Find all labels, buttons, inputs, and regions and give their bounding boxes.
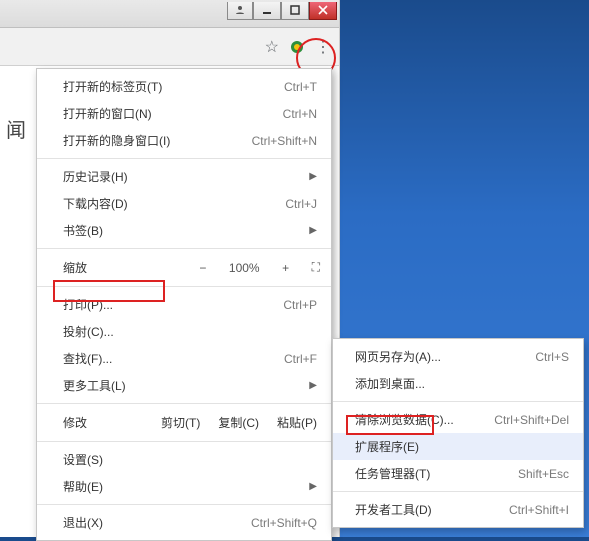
menu-shortcut: Ctrl+Shift+Q [251, 516, 317, 530]
submenu-clear-data[interactable]: 清除浏览数据(C)... Ctrl+Shift+Del [333, 406, 583, 433]
menu-label: 开发者工具(D) [355, 501, 432, 518]
menu-label: 退出(X) [63, 514, 103, 531]
submenu-dev-tools[interactable]: 开发者工具(D) Ctrl+Shift+I [333, 496, 583, 523]
menu-exit[interactable]: 退出(X) Ctrl+Shift+Q [37, 509, 331, 536]
chevron-right-icon: ▶ [303, 171, 317, 182]
menu-separator [37, 504, 331, 505]
menu-label: 扩展程序(E) [355, 438, 419, 455]
menu-separator [37, 248, 331, 249]
menu-label: 帮助(E) [63, 478, 103, 495]
edit-label: 修改 [63, 414, 87, 431]
menu-label: 历史记录(H) [63, 168, 128, 185]
edit-copy[interactable]: 复制(C) [218, 414, 259, 431]
menu-bookmarks[interactable]: 书签(B) ▶ [37, 217, 331, 244]
bookmark-star-icon[interactable]: ☆ [265, 37, 279, 57]
menu-label: 投射(C)... [63, 323, 114, 340]
submenu-task-manager[interactable]: 任务管理器(T) Shift+Esc [333, 460, 583, 487]
menu-shortcut: Ctrl+Shift+Del [494, 413, 569, 427]
menu-new-window[interactable]: 打开新的窗口(N) Ctrl+N [37, 100, 331, 127]
window-titlebar [0, 0, 339, 28]
menu-label: 任务管理器(T) [355, 465, 430, 482]
menu-separator [37, 403, 331, 404]
menu-label: 下载内容(D) [63, 195, 128, 212]
menu-separator [37, 158, 331, 159]
menu-label: 设置(S) [63, 451, 103, 468]
fullscreen-icon[interactable]: ⛶ [312, 260, 321, 275]
minimize-icon [262, 5, 272, 15]
maximize-icon [290, 5, 300, 15]
menu-label: 书签(B) [63, 222, 103, 239]
menu-edit: 修改 剪切(T) 复制(C) 粘贴(P) [37, 408, 331, 437]
menu-separator [333, 491, 583, 492]
menu-shortcut: Ctrl+N [283, 107, 317, 121]
menu-new-tab[interactable]: 打开新的标签页(T) Ctrl+T [37, 73, 331, 100]
menu-shortcut: Ctrl+Shift+N [252, 134, 317, 148]
maximize-button[interactable] [281, 2, 309, 20]
chevron-right-icon: ▶ [303, 481, 317, 492]
menu-shortcut: Ctrl+Shift+I [509, 503, 569, 517]
menu-label: 网页另存为(A)... [355, 348, 441, 365]
menu-label: 添加到桌面... [355, 375, 425, 392]
user-button[interactable] [227, 2, 253, 20]
menu-separator [333, 401, 583, 402]
close-button[interactable] [309, 2, 337, 20]
submenu-save-as[interactable]: 网页另存为(A)... Ctrl+S [333, 343, 583, 370]
menu-print[interactable]: 打印(P)... Ctrl+P [37, 291, 331, 318]
menu-history[interactable]: 历史记录(H) ▶ [37, 163, 331, 190]
edit-cut[interactable]: 剪切(T) [161, 414, 200, 431]
menu-more-tools[interactable]: 更多工具(L) ▶ [37, 372, 331, 399]
minimize-button[interactable] [253, 2, 281, 20]
menu-shortcut: Ctrl+F [284, 352, 317, 366]
menu-shortcut: Ctrl+T [284, 80, 317, 94]
menu-settings[interactable]: 设置(S) [37, 446, 331, 473]
menu-label: 更多工具(L) [63, 377, 126, 394]
window-controls [227, 2, 337, 22]
chrome-main-menu: 打开新的标签页(T) Ctrl+T 打开新的窗口(N) Ctrl+N 打开新的隐… [36, 68, 332, 541]
zoom-label: 缩放 [63, 259, 87, 276]
toolbar: ☆ ⋮ [0, 28, 339, 66]
menu-shortcut: Shift+Esc [518, 467, 569, 481]
submenu-add-desktop[interactable]: 添加到桌面... [333, 370, 583, 397]
zoom-value: 100% [229, 261, 260, 275]
chrome-menu-button[interactable]: ⋮ [315, 37, 331, 57]
menu-separator [37, 441, 331, 442]
submenu-extensions[interactable]: 扩展程序(E) [333, 433, 583, 460]
menu-zoom: 缩放 − 100% + ⛶ [37, 253, 331, 282]
chevron-right-icon: ▶ [303, 380, 317, 391]
more-tools-submenu: 网页另存为(A)... Ctrl+S 添加到桌面... 清除浏览数据(C)...… [332, 338, 584, 528]
close-icon [318, 5, 328, 15]
menu-help[interactable]: 帮助(E) ▶ [37, 473, 331, 500]
menu-find[interactable]: 查找(F)... Ctrl+F [37, 345, 331, 372]
edit-paste[interactable]: 粘贴(P) [277, 414, 317, 431]
menu-label: 清除浏览数据(C)... [355, 411, 454, 428]
menu-cast[interactable]: 投射(C)... [37, 318, 331, 345]
chevron-right-icon: ▶ [303, 225, 317, 236]
menu-shortcut: Ctrl+P [283, 298, 317, 312]
zoom-in-button[interactable]: + [278, 261, 294, 275]
menu-label: 查找(F)... [63, 350, 112, 367]
menu-label: 打开新的隐身窗口(I) [63, 132, 170, 149]
menu-incognito[interactable]: 打开新的隐身窗口(I) Ctrl+Shift+N [37, 127, 331, 154]
menu-separator [37, 286, 331, 287]
menu-downloads[interactable]: 下载内容(D) Ctrl+J [37, 190, 331, 217]
menu-label: 打开新的窗口(N) [63, 105, 152, 122]
extension-globe-icon[interactable] [289, 39, 305, 55]
menu-shortcut: Ctrl+S [535, 350, 569, 364]
menu-shortcut: Ctrl+J [285, 197, 317, 211]
menu-label: 打印(P)... [63, 296, 113, 313]
zoom-out-button[interactable]: − [195, 261, 211, 275]
user-icon [234, 4, 246, 16]
menu-label: 打开新的标签页(T) [63, 78, 162, 95]
